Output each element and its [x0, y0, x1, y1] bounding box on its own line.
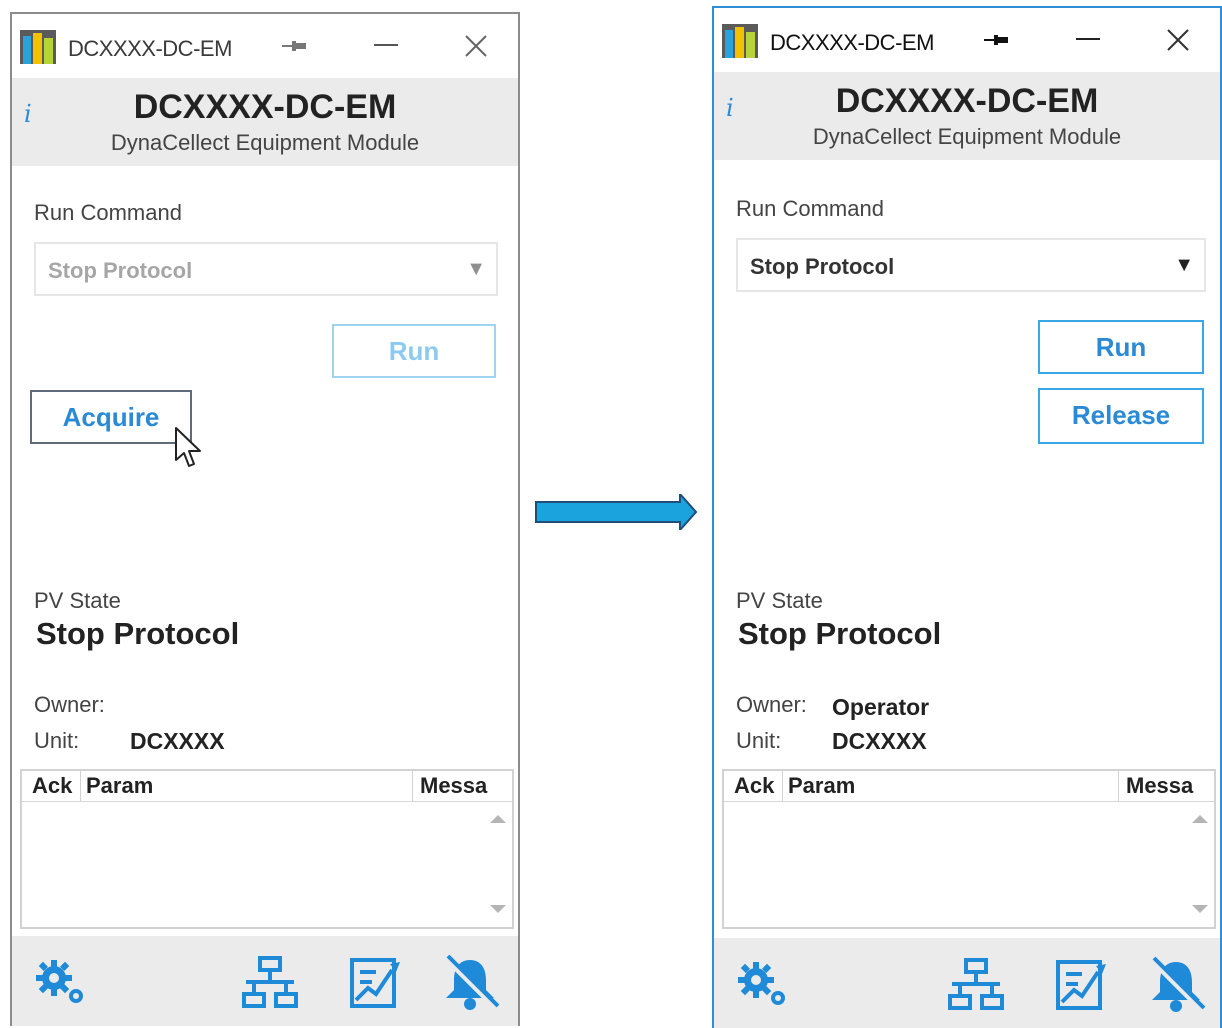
owner-value: Operator: [832, 694, 930, 720]
alarm-table-header: Ack Param Messa: [724, 771, 1214, 802]
footer-toolbar: [714, 938, 1220, 1028]
minimize-icon[interactable]: [1076, 38, 1100, 40]
close-icon[interactable]: [464, 34, 488, 58]
pv-state-value: Stop Protocol: [36, 616, 240, 651]
alarm-muted-icon[interactable]: [440, 954, 500, 1012]
network-icon[interactable]: [946, 956, 1006, 1014]
pin-icon[interactable]: [982, 32, 1010, 48]
unit-value: DCXXXX: [832, 728, 927, 754]
app-icon: [20, 30, 56, 64]
pv-state-label: PV State: [736, 588, 823, 613]
alarm-muted-icon[interactable]: [1146, 956, 1206, 1014]
module-header: i DCXXXX-DC-EM DynaCellect Equipment Mod…: [12, 78, 518, 166]
settings-icon[interactable]: [32, 954, 92, 1012]
column-divider: [782, 771, 783, 801]
run-command-dropdown: Stop Protocol ▼: [34, 242, 498, 296]
network-icon[interactable]: [240, 954, 300, 1012]
cursor-icon: [175, 427, 201, 467]
arrow-right-icon: [535, 494, 698, 530]
pv-state-value: Stop Protocol: [738, 616, 942, 651]
column-ack[interactable]: Ack: [734, 773, 774, 799]
scroll-up-icon[interactable]: [1192, 815, 1208, 823]
owner-label: Owner:: [736, 692, 807, 717]
column-ack[interactable]: Ack: [32, 773, 72, 799]
pv-state-label: PV State: [34, 588, 121, 613]
run-command-dropdown[interactable]: Stop Protocol ▼: [736, 238, 1206, 292]
release-button[interactable]: Release: [1038, 388, 1204, 444]
settings-icon[interactable]: [734, 956, 794, 1014]
scroll-up-icon[interactable]: [490, 815, 506, 823]
minimize-icon[interactable]: [374, 44, 398, 46]
run-command-value: Stop Protocol: [48, 258, 193, 283]
column-param[interactable]: Param: [86, 773, 153, 799]
column-divider: [1118, 771, 1119, 801]
scroll-down-icon[interactable]: [1192, 905, 1208, 913]
module-subtitle: DynaCellect Equipment Module: [110, 130, 420, 155]
window-title: DCXXXX-DC-EM: [68, 36, 232, 61]
unit-label: Unit:: [736, 728, 782, 753]
column-param[interactable]: Param: [788, 773, 855, 799]
unit-label: Unit:: [34, 728, 80, 753]
run-command-value: Stop Protocol: [750, 254, 895, 279]
chart-icon[interactable]: [346, 954, 406, 1012]
module-subtitle: DynaCellect Equipment Module: [812, 124, 1122, 149]
column-message[interactable]: Messa: [1126, 773, 1193, 799]
run-button: Run: [332, 324, 496, 378]
app-icon: [722, 24, 758, 58]
acquire-button[interactable]: Acquire: [30, 390, 192, 444]
module-name: DCXXXX-DC-EM: [835, 82, 1099, 120]
alarm-table[interactable]: Ack Param Messa: [722, 769, 1216, 929]
chart-icon[interactable]: [1052, 956, 1112, 1014]
column-message[interactable]: Messa: [420, 773, 487, 799]
module-window-before: DCXXXX-DC-EM i DCXXXX-DC-EM DynaCellect …: [10, 12, 520, 1026]
footer-toolbar: [12, 936, 518, 1026]
run-command-label: Run Command: [34, 200, 182, 225]
scroll-down-icon[interactable]: [490, 905, 506, 913]
window-title: DCXXXX-DC-EM: [770, 30, 934, 55]
title-bar: DCXXXX-DC-EM: [714, 8, 1220, 72]
run-command-label: Run Command: [736, 196, 884, 221]
unit-value: DCXXXX: [130, 728, 225, 754]
module-header: i DCXXXX-DC-EM DynaCellect Equipment Mod…: [714, 72, 1220, 160]
run-button[interactable]: Run: [1038, 320, 1204, 374]
alarm-table-header: Ack Param Messa: [22, 771, 512, 802]
column-divider: [80, 771, 81, 801]
title-bar: DCXXXX-DC-EM: [12, 14, 518, 78]
alarm-table[interactable]: Ack Param Messa: [20, 769, 514, 929]
chevron-down-icon: ▼: [1174, 254, 1194, 276]
column-divider: [412, 771, 413, 801]
owner-label: Owner:: [34, 692, 105, 717]
chevron-down-icon: ▼: [466, 258, 486, 280]
module-name: DCXXXX-DC-EM: [133, 88, 397, 126]
module-window-after: DCXXXX-DC-EM i DCXXXX-DC-EM DynaCellect …: [712, 6, 1222, 1028]
close-icon[interactable]: [1166, 28, 1190, 52]
pin-icon[interactable]: [280, 38, 308, 54]
